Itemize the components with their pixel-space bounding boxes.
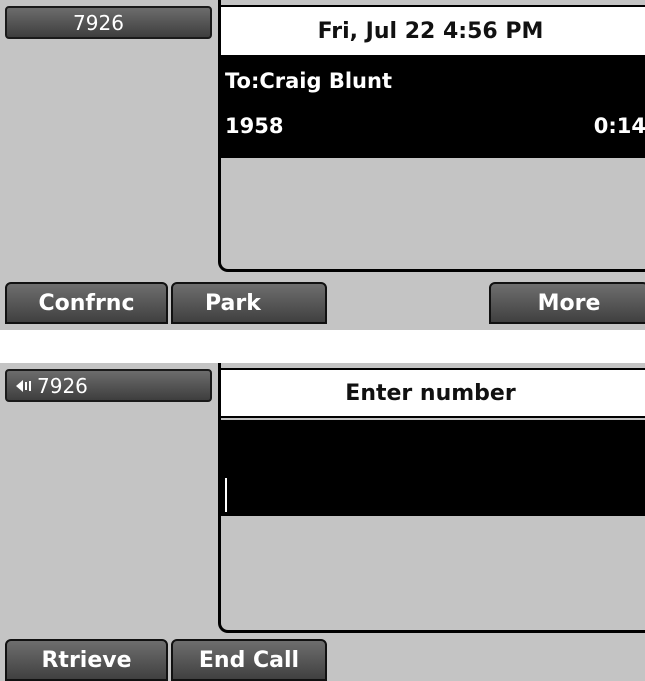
dial-panel: Enter number bbox=[218, 363, 645, 633]
line-key-label: 7926 bbox=[73, 10, 124, 35]
phone-screen-enter-number: 7926 Enter number Rtrieve End Call bbox=[0, 363, 645, 681]
enter-number-title: Enter number bbox=[345, 380, 516, 406]
conference-softkey[interactable]: Confrnc bbox=[5, 282, 168, 324]
call-panel: Fri, Jul 22 4:56 PM To:Craig Blunt 1958 … bbox=[218, 0, 645, 272]
phone-screen-active-call: 7926 Fri, Jul 22 4:56 PM To:Craig Blunt … bbox=[0, 0, 645, 330]
line-key-label: 7926 bbox=[37, 373, 88, 398]
number-entry-field[interactable] bbox=[221, 420, 645, 516]
date-time-text: Fri, Jul 22 4:56 PM bbox=[317, 18, 544, 44]
enter-number-header: Enter number bbox=[221, 368, 645, 418]
line-key-7926[interactable]: 7926 bbox=[5, 369, 212, 402]
softkey-label: Park bbox=[205, 290, 261, 316]
more-softkey[interactable]: More bbox=[489, 282, 645, 324]
park-softkey[interactable]: Park bbox=[171, 282, 327, 324]
softkey-label: End Call bbox=[198, 647, 300, 673]
end-call-softkey[interactable]: End Call bbox=[171, 639, 327, 681]
text-cursor bbox=[225, 478, 227, 512]
line-key-7926[interactable]: 7926 bbox=[5, 6, 212, 39]
call-recipient: To:Craig Blunt bbox=[225, 69, 392, 93]
date-time-header: Fri, Jul 22 4:56 PM bbox=[221, 5, 645, 55]
speaker-icon bbox=[15, 378, 35, 394]
softkey-label: Rtrieve bbox=[41, 647, 132, 673]
softkey-label: Confrnc bbox=[38, 290, 135, 316]
active-call-row[interactable]: To:Craig Blunt 1958 0:14 bbox=[221, 55, 645, 158]
call-duration: 0:14 bbox=[593, 114, 645, 138]
call-number: 1958 bbox=[225, 114, 284, 138]
softkey-label: More bbox=[537, 290, 601, 316]
retrieve-softkey[interactable]: Rtrieve bbox=[5, 639, 168, 681]
screen-separator bbox=[0, 330, 645, 363]
